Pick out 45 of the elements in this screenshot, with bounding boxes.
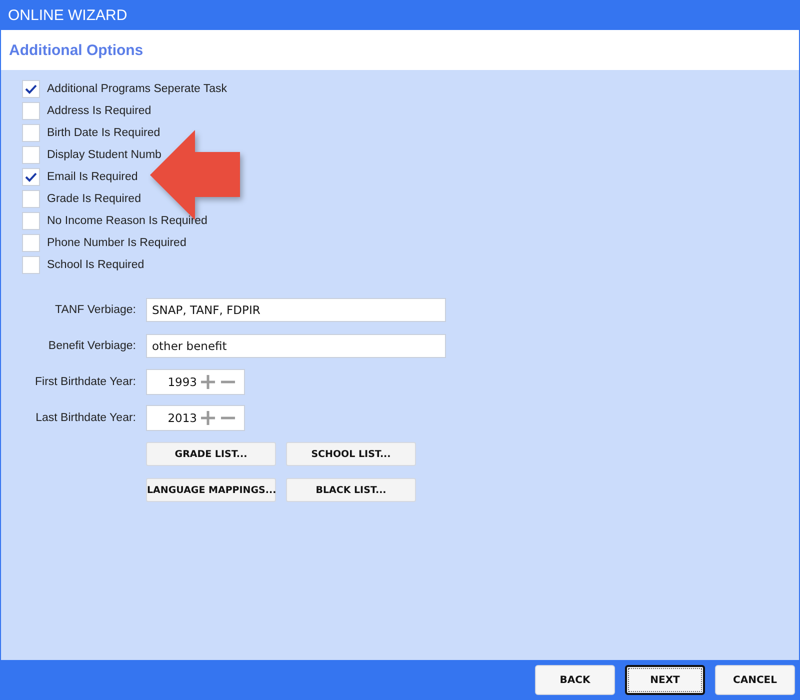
checkbox-label: Display Student Numb (47, 149, 162, 161)
field-label: TANF Verbiage: (54, 304, 136, 316)
list-button[interactable]: GRADE LIST... (146, 442, 276, 466)
checkbox[interactable] (22, 234, 40, 252)
checkbox-label: Email Is Required (47, 171, 138, 183)
nav-button[interactable]: BACK (535, 665, 615, 695)
list-button[interactable]: BLACK LIST... (286, 478, 416, 502)
year-value[interactable]: 2013 (147, 411, 197, 425)
checkbox-label: No Income Reason Is Required (47, 215, 208, 227)
plus-icon (200, 410, 216, 426)
checkbox-label: Grade Is Required (47, 193, 141, 205)
nav-button[interactable]: NEXT (625, 665, 705, 695)
minus-icon (220, 380, 236, 384)
check-icon (25, 84, 37, 94)
checkbox[interactable] (22, 168, 40, 186)
plus-button[interactable] (199, 409, 217, 427)
year-value[interactable]: 1993 (147, 375, 197, 389)
plus-icon (200, 374, 216, 390)
list-button[interactable]: LANGUAGE MAPPINGS... (146, 478, 276, 502)
checkbox[interactable] (22, 102, 40, 120)
checkbox[interactable] (22, 256, 40, 274)
list-button[interactable]: SCHOOL LIST... (286, 442, 416, 466)
minus-icon (220, 416, 236, 420)
checkbox-label: Birth Date Is Required (47, 127, 160, 139)
text-field[interactable]: SNAP, TANF, FDPIR (146, 298, 446, 322)
checkbox[interactable] (22, 190, 40, 208)
checkbox[interactable] (22, 212, 40, 230)
checkbox[interactable] (22, 124, 40, 142)
year-spinner[interactable]: 1993 (146, 369, 245, 395)
checkbox[interactable] (22, 80, 40, 98)
field-label: Last Birthdate Year: (34, 412, 136, 424)
checkbox-label: Address Is Required (47, 105, 152, 117)
check-icon (25, 172, 37, 182)
window-title: ONLINE WIZARD (7, 6, 128, 26)
checkbox-label: Additional Programs Seperate Task (47, 83, 228, 95)
checkbox[interactable] (22, 146, 40, 164)
nav-button[interactable]: CANCEL (715, 665, 795, 695)
field-label: Benefit Verbiage: (47, 340, 136, 352)
year-spinner[interactable]: 2013 (146, 405, 245, 431)
checkbox-label: Phone Number Is Required (47, 237, 186, 249)
section-title: Additional Options (9, 42, 144, 58)
text-field[interactable]: other benefit (146, 334, 446, 358)
field-label: First Birthdate Year: (34, 376, 136, 388)
checkbox-label: School Is Required (47, 259, 144, 271)
plus-button[interactable] (199, 373, 217, 391)
